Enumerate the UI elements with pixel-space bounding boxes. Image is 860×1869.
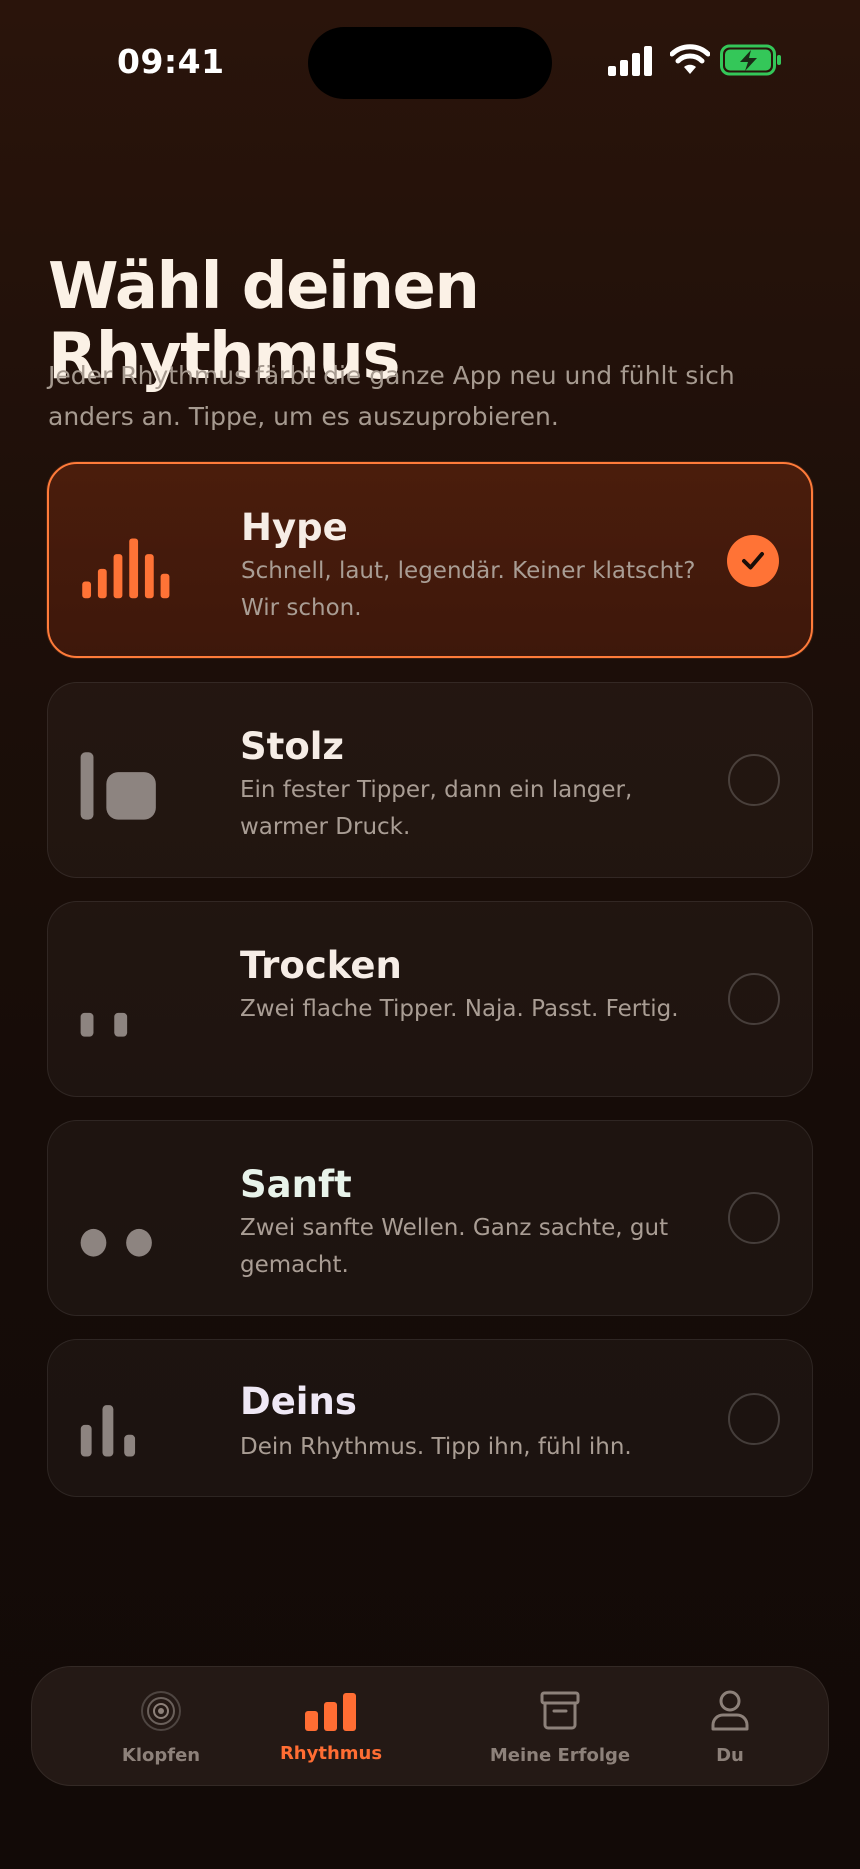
tab-du[interactable]: Du xyxy=(640,1667,820,1787)
option-title: Sanft xyxy=(240,1163,352,1206)
option-title: Deins xyxy=(240,1380,357,1423)
option-title: Hype xyxy=(241,506,348,549)
option-title: Trocken xyxy=(240,944,402,987)
tab-rhythmus[interactable]: Rhythmus xyxy=(241,1667,421,1787)
double-tick-icon xyxy=(80,1012,128,1037)
person-icon xyxy=(711,1690,749,1731)
tab-label: Rhythmus xyxy=(279,1743,383,1764)
option-description: Ein fester Tipper, dann ein langer, warm… xyxy=(240,777,633,840)
custom-bars-icon xyxy=(80,1405,136,1457)
battery-charging-icon xyxy=(720,44,781,76)
option-description: Zwei sanfte Wellen. Ganz sachte, gut gem… xyxy=(240,1215,669,1278)
page-subtitle: Jeder Rhythmus färbt die ganze App neu u… xyxy=(48,361,735,431)
radio-unchecked[interactable] xyxy=(728,1393,780,1445)
checkmark-icon xyxy=(742,552,764,570)
option-title: Stolz xyxy=(240,725,344,768)
bars-pulse-icon xyxy=(82,538,170,599)
tab-bar: Klopfen Rhythmus Meine Erfolge Du xyxy=(31,1666,829,1786)
wifi-icon xyxy=(670,44,710,74)
rhythm-option-deins[interactable]: Deins Dein Rhythmus. Tipp ihn, fühl ihn. xyxy=(47,1339,813,1497)
signal-icon xyxy=(608,46,652,76)
tab-label: Klopfen xyxy=(121,1745,201,1766)
rhythm-option-hype[interactable]: Hype Schnell, laut, legendär. Keiner kla… xyxy=(47,462,813,658)
tap-press-icon xyxy=(80,752,156,820)
option-description: Zwei flache Tipper. Naja. Passt. Fertig. xyxy=(240,996,679,1022)
archive-box-icon xyxy=(540,1691,580,1730)
dynamic-island xyxy=(308,27,552,99)
rhythm-option-stolz[interactable]: Stolz Ein fester Tipper, dann ein langer… xyxy=(47,682,813,878)
radio-checked[interactable] xyxy=(727,535,779,587)
tab-klopfen[interactable]: Klopfen xyxy=(71,1667,251,1787)
target-icon xyxy=(141,1691,181,1731)
status-bar: 09:41 xyxy=(0,0,860,120)
rhythm-option-sanft[interactable]: Sanft Zwei sanfte Wellen. Ganz sachte, g… xyxy=(47,1120,813,1316)
radio-unchecked[interactable] xyxy=(728,754,780,806)
bars-icon xyxy=(305,1693,356,1731)
radio-unchecked[interactable] xyxy=(728,973,780,1025)
tab-label: Du xyxy=(716,1745,744,1766)
status-time: 09:41 xyxy=(117,42,225,81)
two-dots-icon xyxy=(80,1228,152,1257)
option-description: Dein Rhythmus. Tipp ihn, fühl ihn. xyxy=(240,1434,632,1460)
option-description: Schnell, laut, legendär. Keiner klatscht… xyxy=(241,558,696,621)
rhythm-option-trocken[interactable]: Trocken Zwei flache Tipper. Naja. Passt.… xyxy=(47,901,813,1097)
radio-unchecked[interactable] xyxy=(728,1192,780,1244)
